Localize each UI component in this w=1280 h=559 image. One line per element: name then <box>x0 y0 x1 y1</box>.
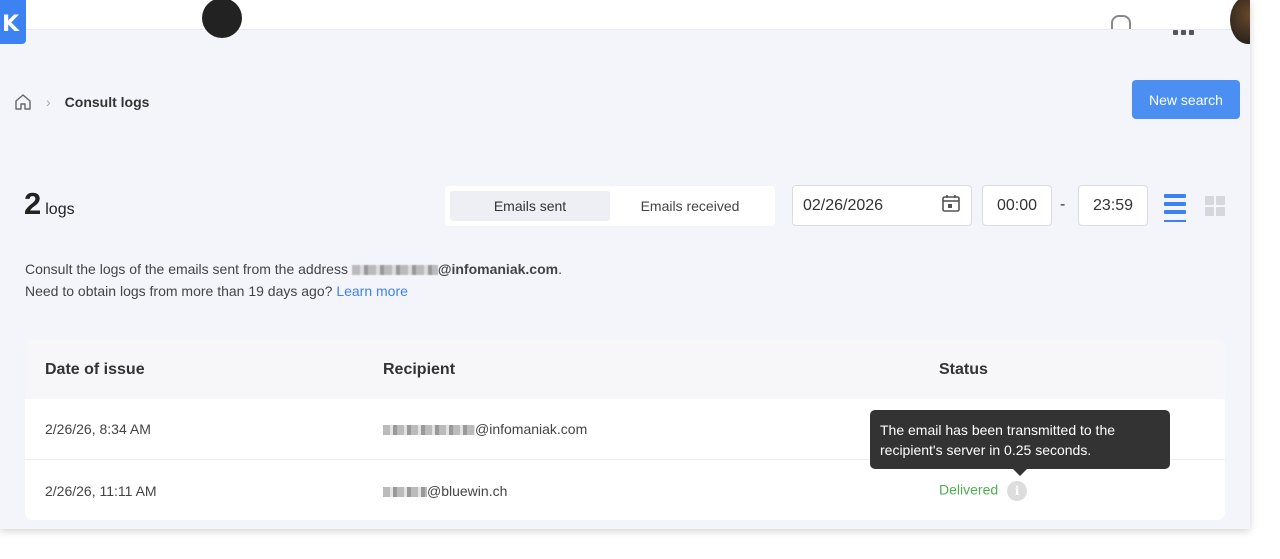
chevron-right-icon: › <box>46 94 51 110</box>
tab-emails-sent[interactable]: Emails sent <box>450 191 610 221</box>
avatar[interactable] <box>1230 0 1250 44</box>
intro-prefix: Consult the logs of the emails sent from… <box>25 261 348 277</box>
row-status: Delivered i <box>939 480 1028 501</box>
breadcrumb-current: Consult logs <box>64 94 150 110</box>
list-view-icon[interactable] <box>1164 194 1186 224</box>
emails-direction-toggle: Emails sent Emails received <box>445 186 775 226</box>
row-recipient: @bluewin.ch <box>383 483 507 499</box>
apps-menu-icon[interactable] <box>1173 30 1195 38</box>
intro-line-2: Need to obtain logs from more than 19 da… <box>25 280 562 302</box>
row-recipient: @infomaniak.com <box>383 421 587 437</box>
recipient-domain: @bluewin.ch <box>427 482 508 499</box>
date-value: 02/26/2026 <box>803 196 884 214</box>
count-label: logs <box>45 201 75 218</box>
intro-line2-text: Need to obtain logs from more than 19 da… <box>25 283 333 299</box>
redacted-address <box>351 265 438 276</box>
table-header: Date of issue Recipient Status <box>25 340 1225 399</box>
row-date: 2/26/26, 11:11 AM <box>45 482 157 499</box>
info-icon[interactable]: i <box>1007 480 1028 501</box>
tooltip-arrow <box>1013 469 1027 476</box>
top-bar: K <box>0 0 1250 44</box>
grid-view-icon[interactable] <box>1205 196 1225 216</box>
tab-emails-received[interactable]: Emails received <box>610 191 770 221</box>
intro-text: Consult the logs of the emails sent from… <box>25 258 562 302</box>
new-search-button[interactable]: New search <box>1132 80 1240 119</box>
recipient-domain: @infomaniak.com <box>475 421 588 437</box>
count-number: 2 <box>24 186 42 221</box>
table-row[interactable]: 2/26/26, 11:11 AM @bluewin.ch Delivered i <box>25 460 1225 520</box>
breadcrumb: › Consult logs <box>14 93 149 111</box>
home-icon[interactable] <box>14 93 32 111</box>
app-window: K › Consult logs New search 2 logs Email… <box>0 0 1250 529</box>
logo-letter: K <box>2 12 20 37</box>
column-recipient: Recipient <box>383 360 456 378</box>
row-date: 2/26/26, 8:34 AM <box>45 421 151 437</box>
column-date: Date of issue <box>45 360 145 378</box>
column-status: Status <box>939 360 988 378</box>
logo[interactable]: K <box>0 0 26 44</box>
time-separator: - <box>1060 196 1066 213</box>
intro-suffix: . <box>558 261 562 277</box>
address-domain: @infomaniak.com <box>437 261 559 277</box>
redacted-recipient <box>383 425 475 436</box>
intro-line-1: Consult the logs of the emails sent from… <box>25 258 562 280</box>
product-icon[interactable] <box>202 0 242 38</box>
notification-icon[interactable] <box>1111 15 1131 29</box>
time-to-field[interactable]: 23:59 <box>1078 185 1148 226</box>
learn-more-link[interactable]: Learn more <box>336 283 408 299</box>
date-picker-field[interactable]: 02/26/2026 <box>792 185 972 226</box>
status-badge: Delivered <box>939 481 999 498</box>
calendar-icon[interactable] <box>941 193 961 218</box>
time-from-field[interactable]: 00:00 <box>982 185 1052 226</box>
logs-count: 2 logs <box>24 186 75 222</box>
redacted-recipient <box>383 486 427 497</box>
status-tooltip: The email has been transmitted to the re… <box>870 410 1170 469</box>
